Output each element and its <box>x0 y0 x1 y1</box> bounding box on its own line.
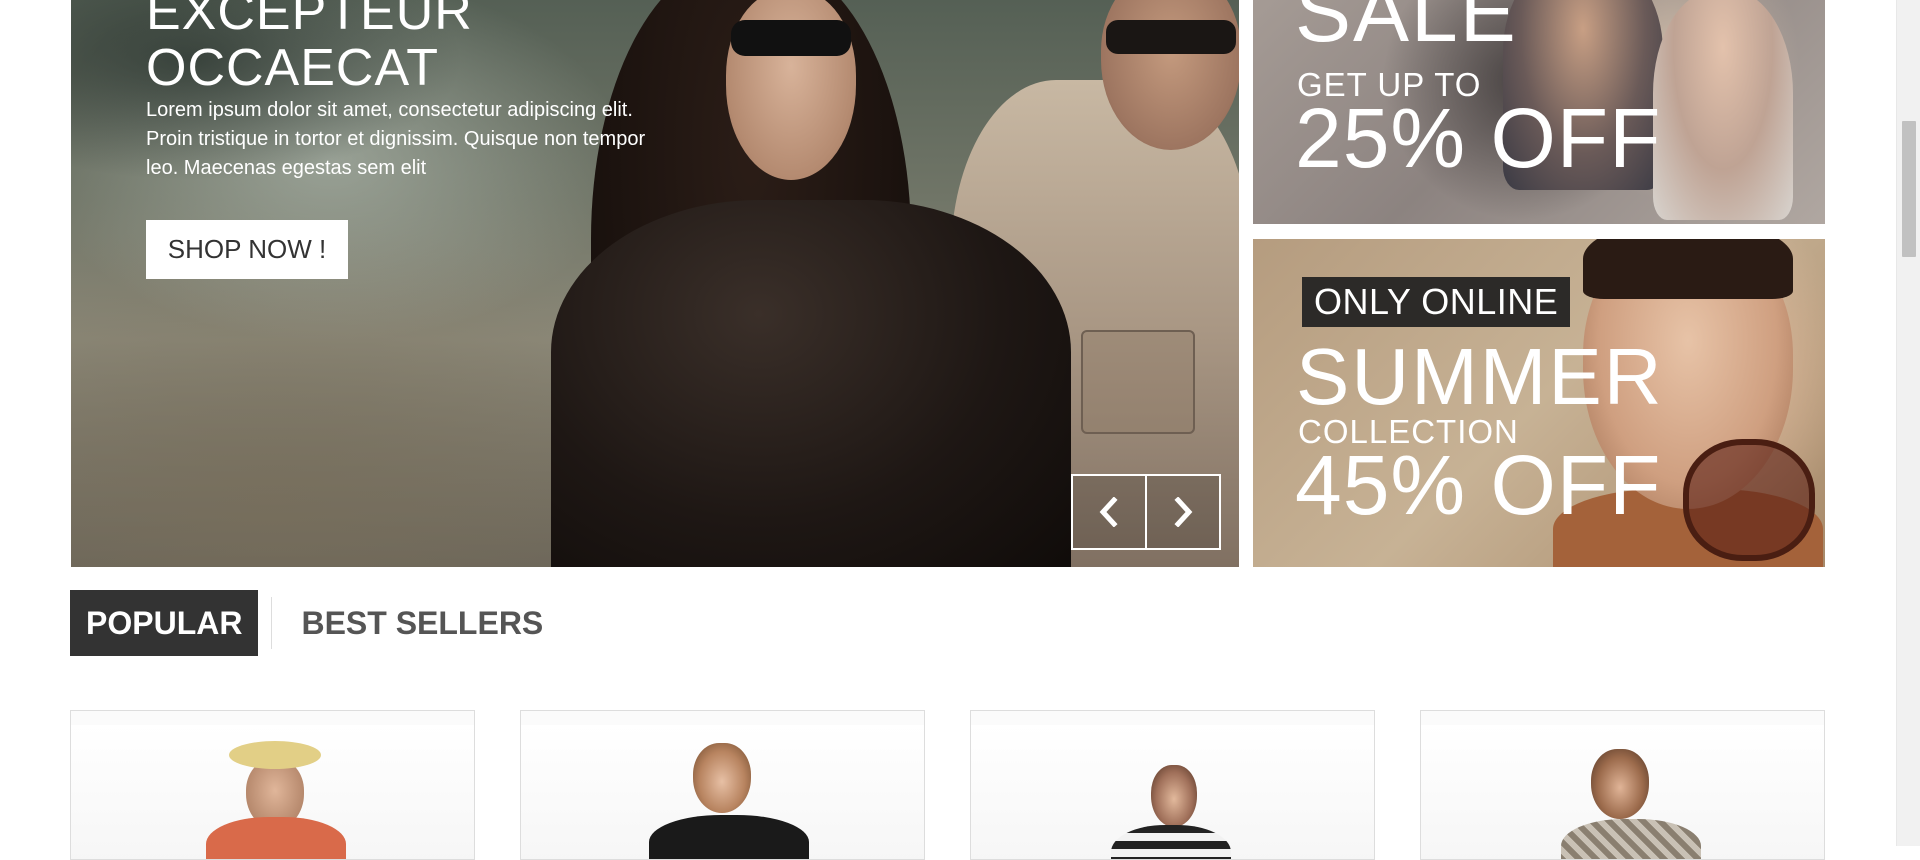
summer-banner-discount: 45% OFF <box>1295 438 1662 532</box>
hero-title: EXCEPTEUR OCCAECAT <box>146 0 473 96</box>
product-model-head <box>1591 749 1649 819</box>
product-model-body <box>1561 819 1701 859</box>
hero-man-pocket <box>1081 330 1195 434</box>
scrollbar-thumb[interactable] <box>1902 121 1916 257</box>
hero-slider[interactable]: EXCEPTEUR OCCAECAT Lorem ipsum dolor sit… <box>71 0 1239 567</box>
chevron-left-icon <box>1099 497 1118 527</box>
product-image <box>971 725 1374 859</box>
slider-nav <box>1071 474 1221 550</box>
page-scrollbar[interactable] <box>1896 0 1920 846</box>
chevron-right-icon <box>1174 497 1193 527</box>
slider-prev-button[interactable] <box>1071 474 1147 550</box>
shop-now-button[interactable]: SHOP NOW ! <box>146 220 348 279</box>
product-card[interactable] <box>970 710 1375 860</box>
product-image <box>71 725 474 859</box>
product-image <box>521 725 924 859</box>
product-model-head <box>693 743 751 813</box>
hero-woman-jacket <box>551 200 1071 567</box>
product-grid <box>70 710 1826 860</box>
product-tabs: POPULAR BEST SELLERS <box>70 590 559 656</box>
tab-divider <box>271 597 273 649</box>
hero-woman-sunglasses <box>731 20 851 56</box>
sale-banner-heading: SALE <box>1295 0 1518 59</box>
hero-man-sunglasses <box>1106 20 1236 54</box>
product-model-body <box>1111 825 1231 859</box>
summer-banner-hair <box>1583 239 1793 299</box>
hero-title-line1: EXCEPTEUR <box>146 0 473 41</box>
only-online-badge: ONLY ONLINE <box>1302 277 1571 327</box>
summer-banner-heading: SUMMER <box>1296 332 1664 421</box>
product-card[interactable] <box>520 710 925 860</box>
sale-banner-woman-figure <box>1653 0 1793 220</box>
product-card[interactable] <box>70 710 475 860</box>
product-model-body <box>206 817 346 859</box>
summer-banner[interactable]: ONLY ONLINE SUMMER COLLECTION 45% OFF <box>1253 239 1825 567</box>
slider-next-button[interactable] <box>1145 474 1221 550</box>
hero-title-line2: OCCAECAT <box>146 39 440 97</box>
product-model-body <box>649 815 809 859</box>
product-image <box>1421 725 1824 859</box>
product-card[interactable] <box>1420 710 1825 860</box>
sale-banner-discount: 25% OFF <box>1295 91 1662 185</box>
hero-description: Lorem ipsum dolor sit amet, consectetur … <box>146 99 646 179</box>
product-model-hat <box>229 741 321 769</box>
sale-banner[interactable]: SALE GET UP TO 25% OFF <box>1253 0 1825 224</box>
tab-best-sellers[interactable]: BEST SELLERS <box>285 590 559 656</box>
summer-banner-sunglasses <box>1683 439 1815 561</box>
tab-popular[interactable]: POPULAR <box>70 590 259 656</box>
product-model-head <box>1151 765 1197 827</box>
